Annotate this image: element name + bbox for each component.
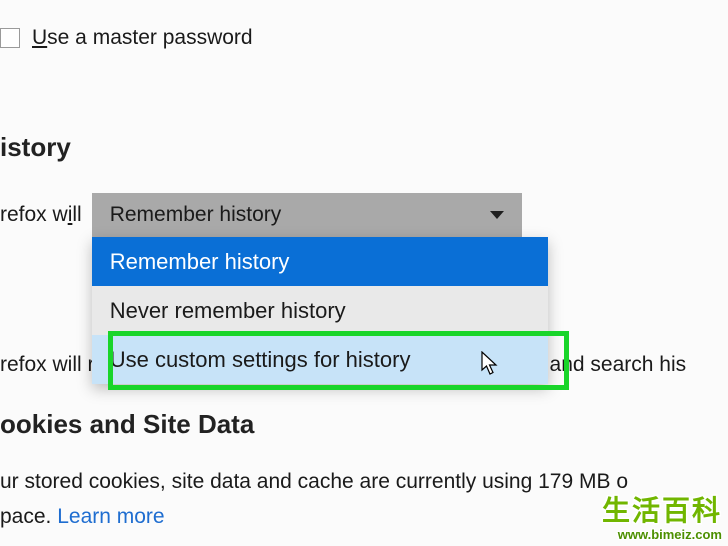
history-mode-dropdown[interactable]: Remember history xyxy=(92,193,522,237)
master-password-label: Use a master password xyxy=(32,26,253,50)
cookies-heading: ookies and Site Data xyxy=(0,409,728,440)
dropdown-option-custom[interactable]: Use custom settings for history xyxy=(92,335,548,384)
dropdown-option-never[interactable]: Never remember history xyxy=(92,286,548,335)
history-heading: istory xyxy=(0,132,728,163)
dropdown-option-remember[interactable]: Remember history xyxy=(92,237,548,286)
history-dropdown-list: Remember history Never remember history … xyxy=(92,237,548,384)
firefox-will-label: refox will xyxy=(0,203,82,227)
dropdown-selected-label: Remember history xyxy=(110,203,282,227)
chevron-down-icon xyxy=(490,211,504,219)
watermark: 生活百科 www.bimeiz.com xyxy=(602,489,722,542)
master-password-checkbox[interactable] xyxy=(0,28,20,48)
learn-more-link[interactable]: Learn more xyxy=(57,505,164,528)
